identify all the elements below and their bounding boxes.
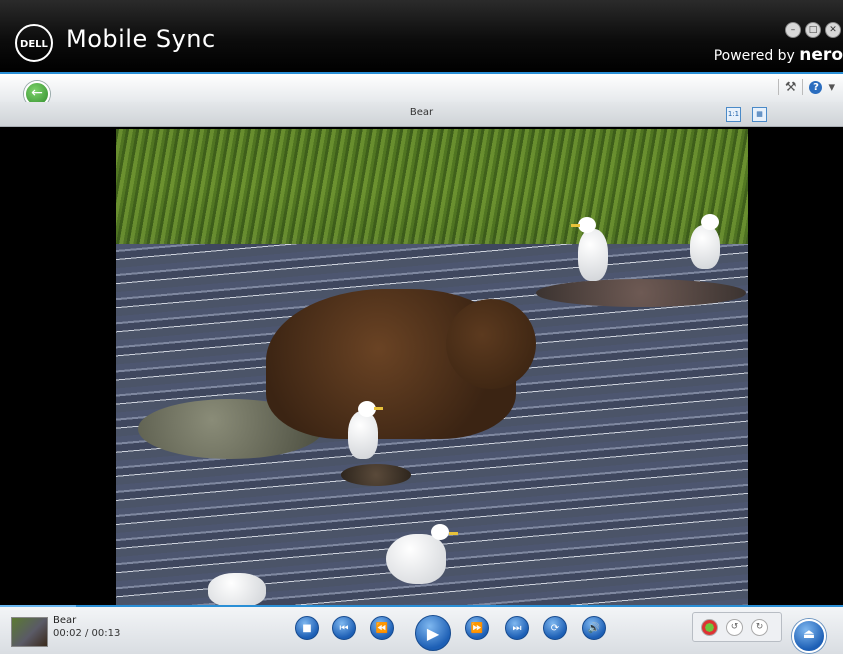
help-icon[interactable]: ?: [809, 80, 823, 94]
playback-progress[interactable]: [0, 605, 76, 607]
video-area[interactable]: [0, 127, 843, 605]
gull-head: [431, 524, 449, 540]
gull: [690, 225, 720, 269]
view-grid-button[interactable]: ▦: [752, 107, 767, 122]
help-dropdown-icon[interactable]: ▾: [828, 80, 835, 95]
powered-by-text: Powered by: [713, 48, 795, 64]
rock: [341, 464, 411, 486]
record-icon[interactable]: [701, 619, 718, 636]
eject-up-icon: ⏏: [802, 627, 816, 642]
previous-button[interactable]: ⏮: [332, 616, 356, 640]
grass-bank: [116, 129, 748, 247]
expand-up-button[interactable]: ⏏: [792, 619, 826, 653]
title-bar: DELL Mobile Sync – □ ✕ Powered by nero: [0, 0, 843, 72]
next-button[interactable]: ⏭: [505, 616, 529, 640]
clip-time: 00:02 / 00:13: [53, 628, 121, 639]
viewer-header: Bear 1:1 ▦: [0, 102, 843, 127]
powered-by: Powered by nero: [714, 45, 843, 65]
app-title: Mobile Sync: [66, 25, 216, 53]
minimize-button[interactable]: –: [785, 22, 801, 38]
window-controls: – □ ✕: [785, 22, 841, 38]
clip-thumbnail: [11, 617, 48, 647]
player-controls: Bear 00:02 / 00:13 ■ ⏮ ⏪ ▶ ⏩ ⏭ ⟳ 🔊 ↺ ↻ ⏏: [0, 605, 843, 654]
divider: [802, 79, 804, 95]
divider: [777, 79, 779, 95]
video-frame[interactable]: [116, 129, 748, 605]
gull-head: [701, 214, 719, 230]
gull-beak: [374, 407, 383, 410]
nero-logo: nero: [799, 45, 843, 65]
rock: [536, 279, 746, 307]
rotate-left-icon[interactable]: ↺: [726, 619, 743, 636]
fast-forward-button[interactable]: ⏩: [465, 616, 489, 640]
view-options-panel: ↺ ↻: [692, 612, 782, 642]
gull: [348, 411, 378, 459]
gull: [578, 229, 608, 281]
viewer-title: Bear: [409, 107, 434, 118]
hammer-icon[interactable]: ⚒: [785, 80, 797, 95]
volume-button[interactable]: 🔊: [582, 616, 606, 640]
back-arrow-icon: ←: [31, 85, 43, 101]
toolbar: ← ⚒ ? ▾: [0, 72, 843, 107]
maximize-button[interactable]: □: [805, 22, 821, 38]
stop-button[interactable]: ■: [295, 616, 319, 640]
bear-head: [446, 299, 536, 389]
toolbar-right: ⚒ ? ▾: [777, 79, 835, 95]
gull-beak: [449, 532, 458, 535]
clip-title: Bear: [53, 615, 77, 626]
gull: [208, 573, 266, 605]
gull: [386, 534, 446, 584]
view-actual-size-button[interactable]: 1:1: [726, 107, 741, 122]
rewind-button[interactable]: ⏪: [370, 616, 394, 640]
gull-head: [578, 217, 596, 233]
play-button[interactable]: ▶: [415, 615, 451, 651]
rotate-right-icon[interactable]: ↻: [751, 619, 768, 636]
repeat-button[interactable]: ⟳: [543, 616, 567, 640]
close-button[interactable]: ✕: [825, 22, 841, 38]
dell-logo: DELL: [15, 24, 53, 62]
gull-beak: [571, 224, 580, 227]
